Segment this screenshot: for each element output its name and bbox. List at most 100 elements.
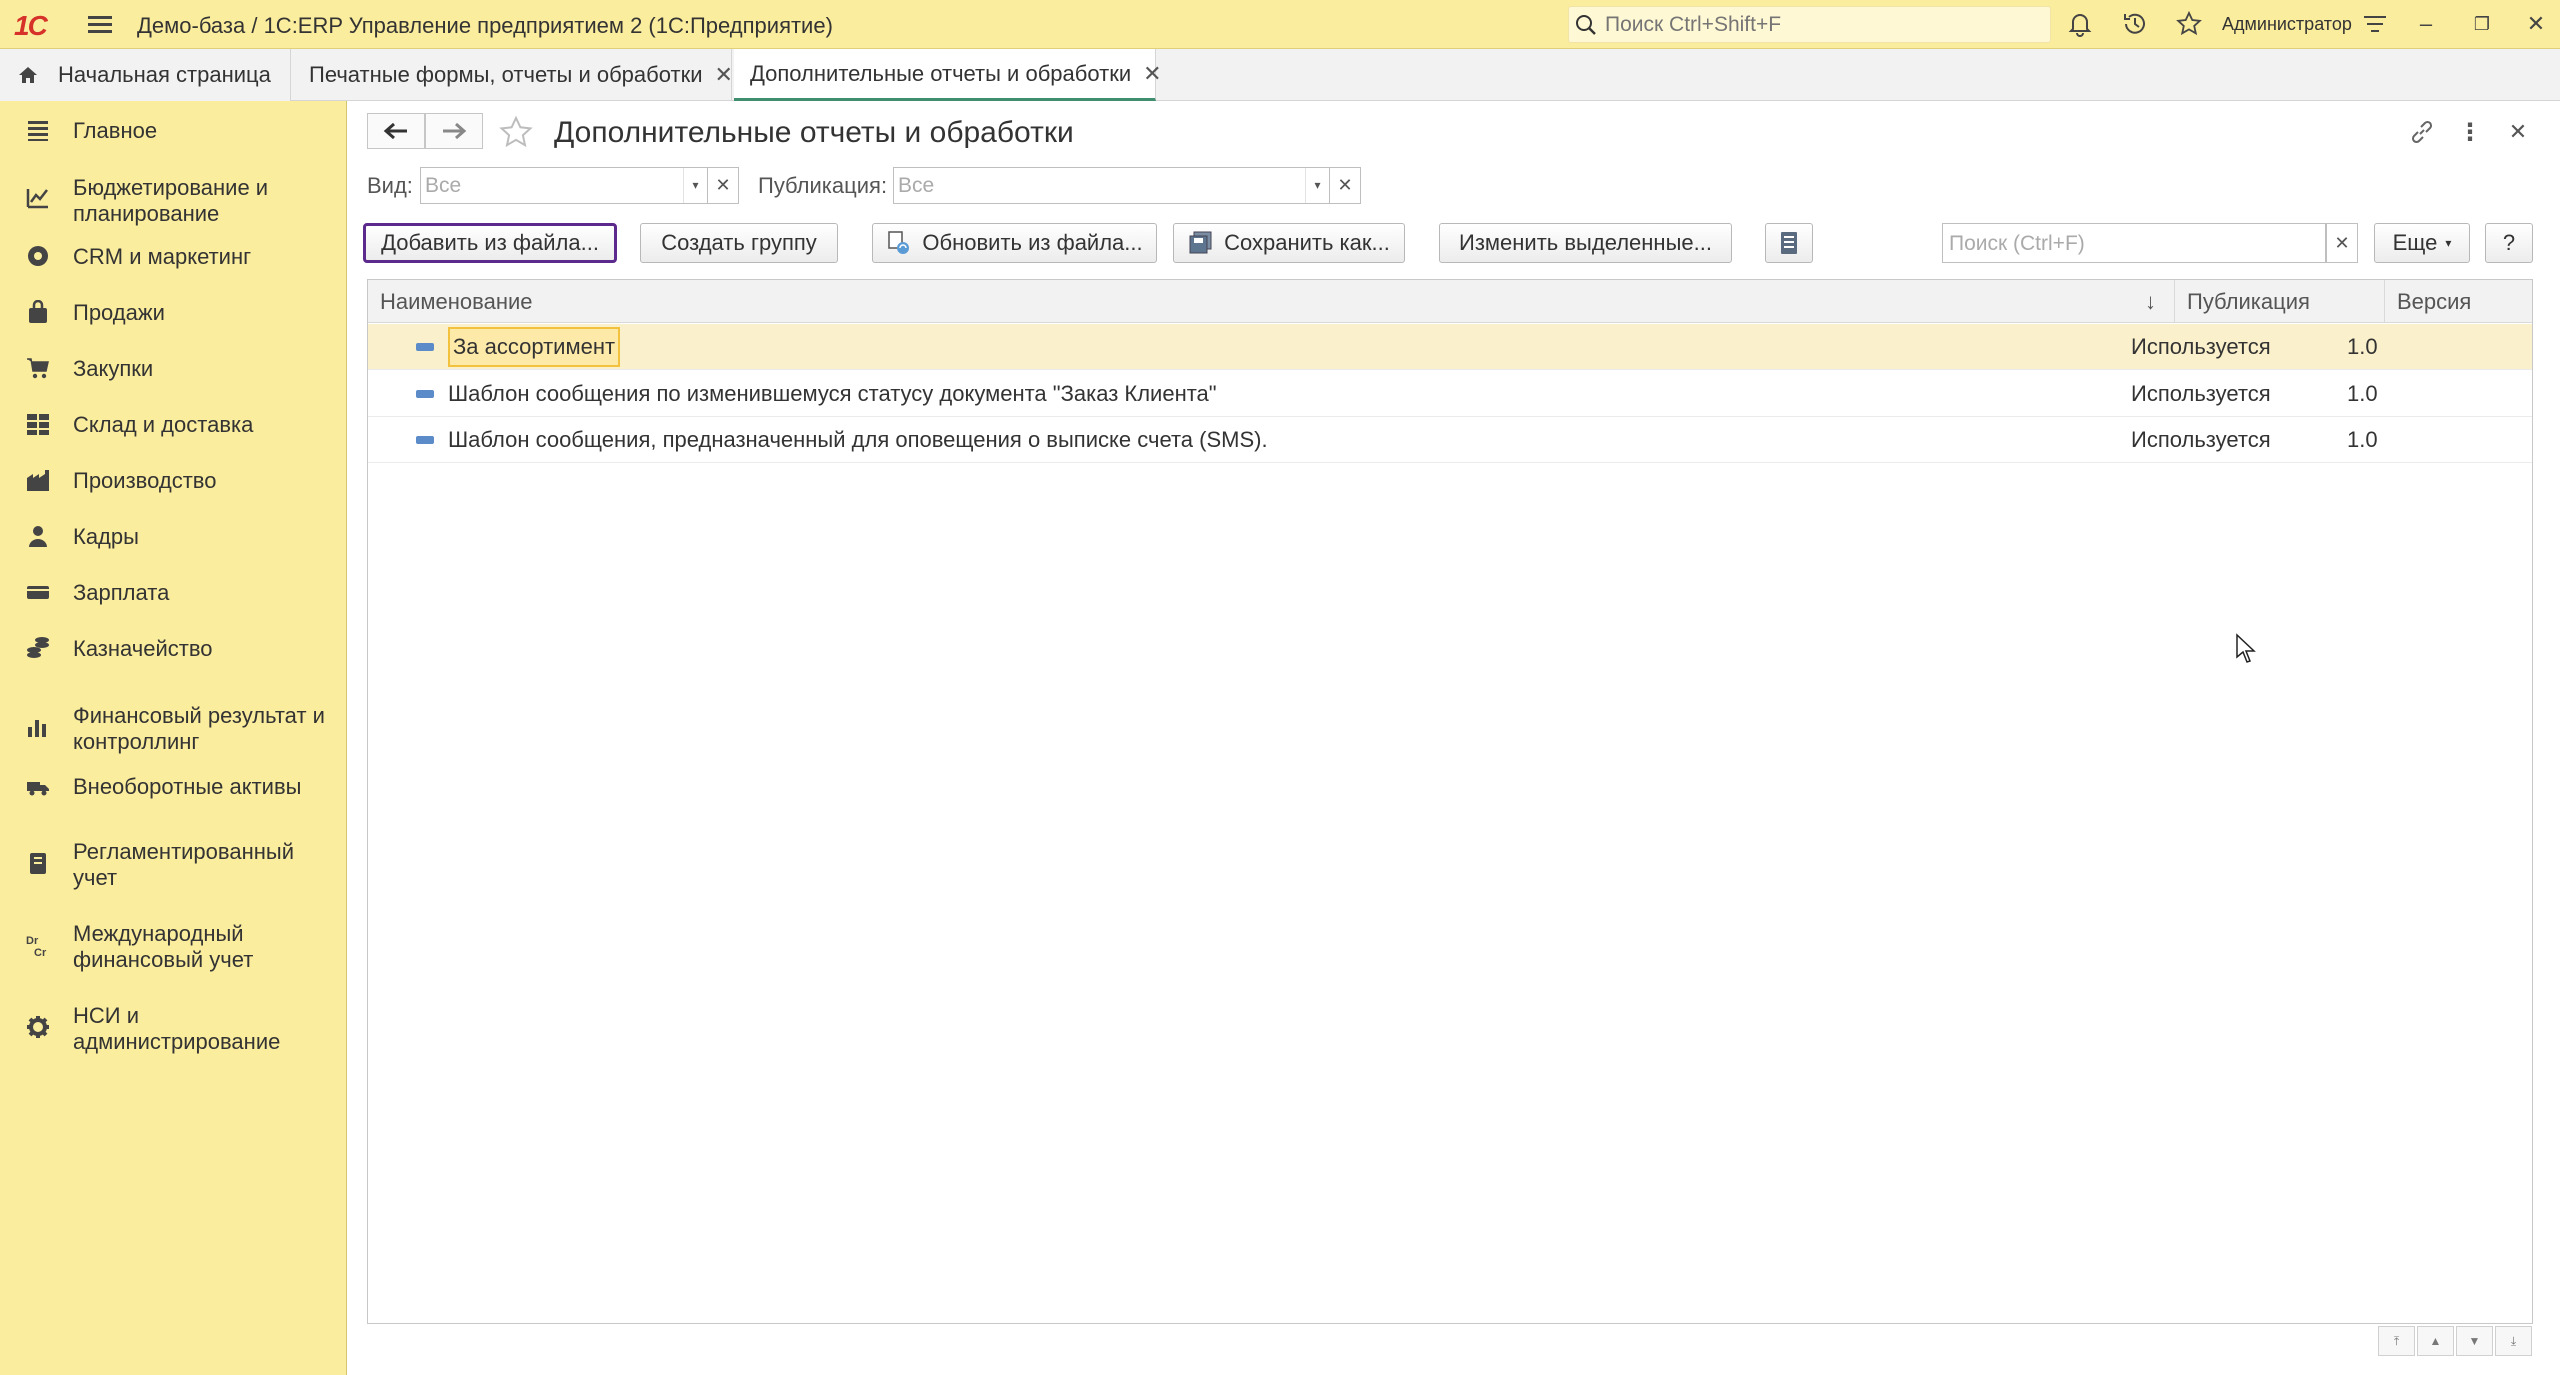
sidebar-item-fixed-assets[interactable]: Внеоборотные активы [0, 771, 346, 811]
row-name: За ассортимент [448, 327, 621, 367]
add-from-file-button[interactable]: Добавить из файла... [363, 223, 617, 263]
minimize-icon[interactable]: – [2410, 8, 2442, 40]
app-logo: 1С [14, 10, 48, 41]
close-window-icon[interactable]: ✕ [2520, 8, 2552, 40]
sidebar-item-label: Регламентированный учет [73, 839, 294, 890]
row-version: 1.0 [2347, 427, 2378, 452]
publication-filter-clear-button[interactable]: ✕ [1329, 167, 1361, 204]
column-header-version[interactable]: Версия [2385, 280, 2532, 323]
sidebar-item-financial-result[interactable]: Финансовый результат и контроллинг [0, 701, 346, 757]
row-publication: Используется [2131, 381, 2271, 406]
sidebar-item-sales[interactable]: Продажи [0, 297, 346, 337]
add-favorite-star-icon[interactable] [498, 115, 534, 151]
create-group-button[interactable]: Создать группу [640, 223, 838, 263]
restore-icon[interactable]: ❐ [2466, 8, 2498, 40]
global-search-input[interactable] [1605, 11, 2035, 39]
bag-icon [29, 300, 47, 323]
back-button[interactable] [367, 113, 425, 149]
sidebar-item-label: CRM и маркетинг [73, 244, 252, 269]
column-header-label: Публикация [2187, 289, 2310, 314]
history-icon[interactable] [2121, 10, 2149, 38]
row-publication: Используется [2131, 334, 2271, 359]
chevron-down-icon: ▾ [2445, 236, 2452, 250]
settings-lines-icon[interactable] [2361, 10, 2389, 38]
sidebar-item-purchases[interactable]: Закупки [0, 353, 346, 393]
form-area: Дополнительные отчеты и обработки ⋮ ✕ Ви… [348, 101, 2560, 1375]
sort-down-arrow-icon: ↓ [2145, 289, 2156, 314]
report-item-icon [416, 390, 434, 398]
global-search[interactable] [1568, 6, 2051, 43]
wallet-icon [27, 586, 49, 599]
table-header: Наименование ↓ Публикация Версия [368, 280, 2532, 323]
sidebar-item-regulated-accounting[interactable]: Регламентированный учет [0, 837, 346, 893]
sidebar-item-label: Бюджетирование и планирование [73, 175, 269, 226]
chevron-down-icon[interactable]: ▾ [1305, 168, 1329, 203]
dr-cr-icon: DrCr [26, 935, 47, 957]
change-selected-button[interactable]: Изменить выделенные... [1439, 223, 1732, 263]
sidebar-item-label: Главное [73, 118, 158, 143]
publication-filter-select[interactable]: Все ▾ [893, 167, 1330, 204]
list-search-input[interactable]: Поиск (Ctrl+F) [1942, 223, 2326, 263]
tab-print-forms[interactable]: Печатные формы, отчеты и обработки ✕ [293, 49, 733, 101]
list-settings-button[interactable] [1765, 223, 1813, 263]
sidebar-item-hr[interactable]: Кадры [0, 521, 346, 561]
column-header-label: Версия [2397, 289, 2472, 314]
sidebar-item-main[interactable]: Главное [0, 115, 346, 155]
kind-filter-select[interactable]: Все ▾ [420, 167, 708, 204]
page-title: Дополнительные отчеты и обработки [554, 116, 1074, 149]
scroll-up-icon[interactable]: ▲ [2417, 1326, 2454, 1356]
row-version: 1.0 [2347, 334, 2378, 359]
sidebar-item-ifrs[interactable]: Dr Cr Международный финансовый учет [0, 919, 346, 975]
sidebar-item-label: Продажи [73, 300, 165, 325]
scroll-to-top-icon[interactable]: ⤒ [2378, 1326, 2415, 1356]
column-header-name[interactable]: Наименование ↓ [368, 280, 2175, 323]
sidebar-item-budgeting[interactable]: Бюджетирование и планирование [0, 171, 346, 227]
sidebar-item-nsi-admin[interactable]: НСИ и администрирование [0, 1001, 346, 1057]
bell-icon[interactable] [2066, 10, 2094, 38]
link-icon[interactable] [2408, 118, 2436, 146]
save-as-button[interactable]: Сохранить как... [1173, 223, 1405, 263]
publication-filter-label: Публикация: [758, 173, 888, 198]
sidebar-item-warehouse[interactable]: Склад и доставка [0, 409, 346, 449]
sidebar-item-production[interactable]: Производство [0, 465, 346, 505]
list-search-clear-button[interactable]: ✕ [2326, 223, 2358, 263]
arrow-left-icon [383, 122, 407, 140]
sections-sidebar: Главное Бюджетирование и планирование CR… [0, 101, 347, 1375]
sidebar-item-label: Внеоборотные активы [73, 774, 302, 799]
current-user[interactable]: Администратор [2222, 14, 2352, 35]
chevron-down-icon[interactable]: ▾ [683, 168, 707, 203]
forward-button[interactable] [425, 113, 483, 149]
scroll-to-bottom-icon[interactable]: ⤓ [2495, 1326, 2532, 1356]
tab-additional-reports[interactable]: Дополнительные отчеты и обработки ✕ [734, 49, 1162, 101]
table-row[interactable]: За ассортимент Используется 1.0 [368, 324, 2532, 370]
kind-filter-clear-button[interactable]: ✕ [707, 167, 739, 204]
main-menu-icon[interactable] [86, 12, 114, 38]
sidebar-item-label: Закупки [73, 356, 154, 381]
sidebar-item-treasury[interactable]: Казначейство [0, 633, 346, 673]
scroll-down-icon[interactable]: ▼ [2456, 1326, 2493, 1356]
tab-home[interactable]: Начальная страница [0, 49, 291, 101]
sidebar-item-label: Склад и доставка [73, 412, 254, 437]
sidebar-item-crm[interactable]: CRM и маркетинг [0, 241, 346, 281]
sidebar-item-label: Зарплата [73, 580, 170, 605]
gear-icon [27, 1016, 49, 1038]
update-from-file-button[interactable]: Обновить из файла... [872, 223, 1157, 263]
help-button[interactable]: ? [2485, 223, 2533, 263]
column-header-publication[interactable]: Публикация [2175, 280, 2385, 323]
table-row[interactable]: Шаблон сообщения по изменившемуся статус… [368, 371, 2532, 417]
sidebar-item-salary[interactable]: Зарплата [0, 577, 346, 617]
close-form-icon[interactable]: ✕ [2504, 118, 2532, 146]
close-tab-icon[interactable]: ✕ [1143, 61, 1161, 87]
crm-icon [28, 246, 48, 266]
favorites-star-icon[interactable] [2175, 10, 2203, 38]
report-item-icon [416, 436, 434, 444]
update-file-icon [888, 231, 910, 254]
sidebar-item-label: Казначейство [73, 636, 213, 661]
save-as-label: Сохранить как... [1224, 230, 1390, 255]
more-vertical-icon[interactable]: ⋮ [2456, 118, 2484, 146]
chart-icon [28, 720, 46, 737]
table-row[interactable]: Шаблон сообщения, предназначенный для оп… [368, 417, 2532, 463]
close-tab-icon[interactable]: ✕ [715, 62, 733, 88]
more-actions-button[interactable]: Еще ▾ [2374, 223, 2470, 263]
column-header-label: Наименование [380, 289, 533, 314]
